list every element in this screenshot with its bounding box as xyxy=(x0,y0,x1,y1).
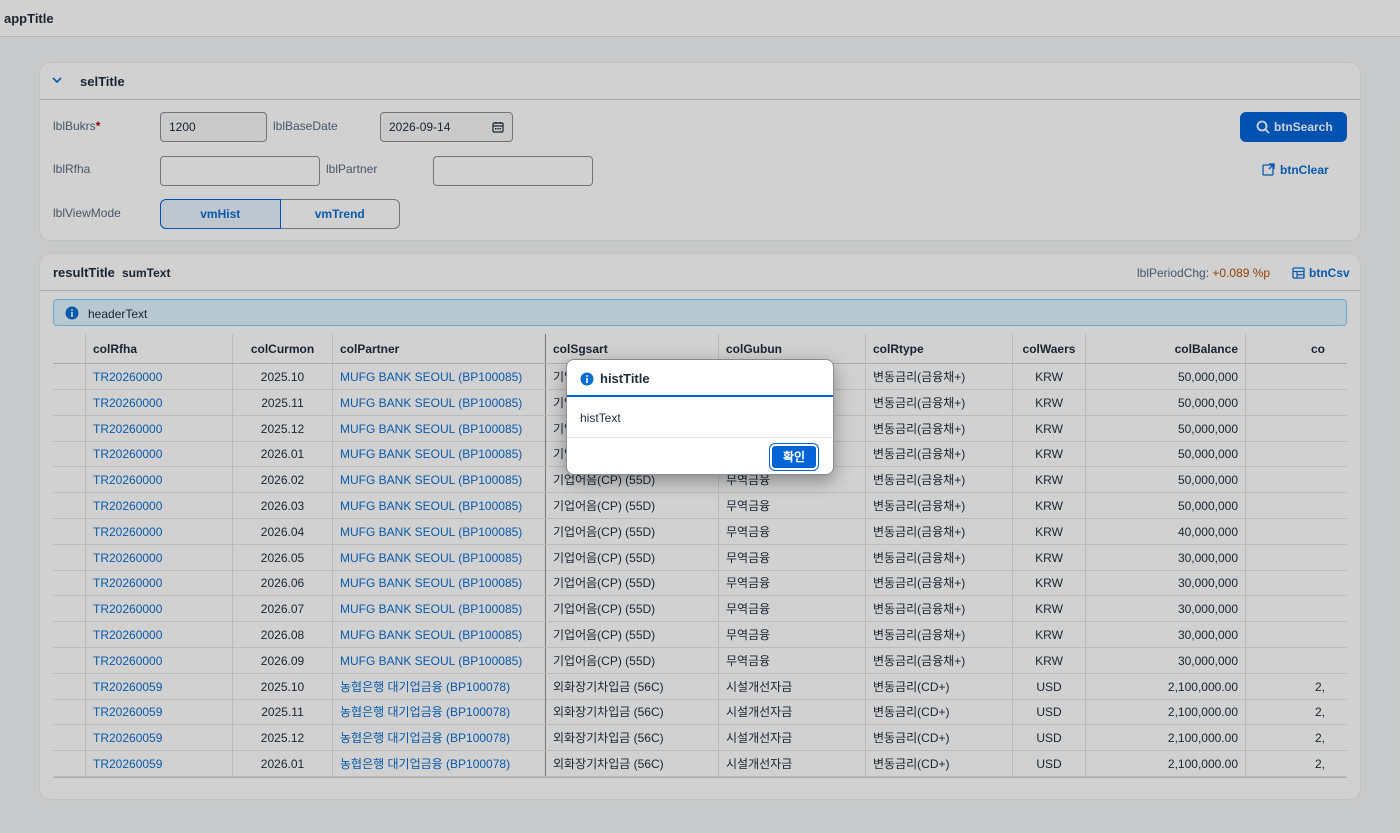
history-dialog: histTitle histText 확인 xyxy=(566,359,834,475)
ok-button[interactable]: 확인 xyxy=(770,444,818,470)
dialog-title: histTitle xyxy=(600,371,650,386)
dialog-footer: 확인 xyxy=(567,437,833,474)
dialog-text: histText xyxy=(580,411,621,425)
info-icon xyxy=(580,372,594,386)
dialog-header: histTitle xyxy=(567,360,833,397)
